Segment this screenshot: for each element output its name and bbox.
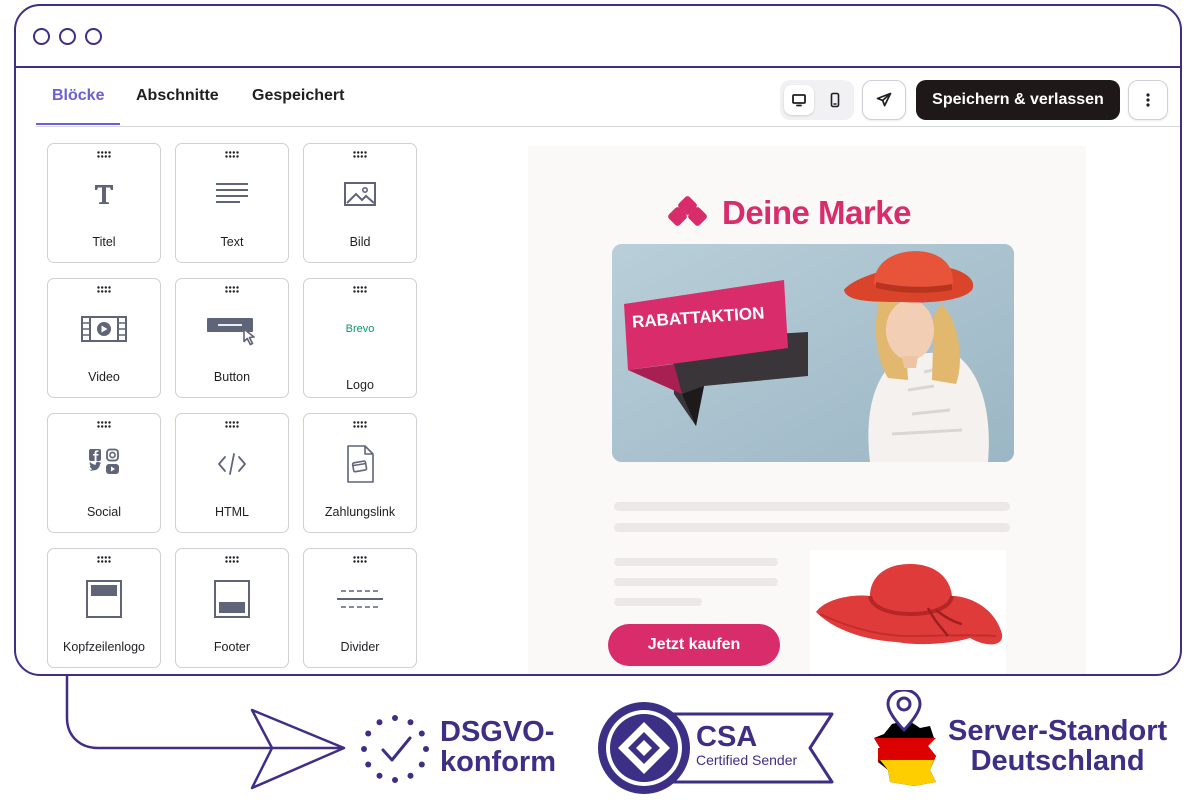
server-line-2: Deutschland [970,745,1145,778]
window-dot-2 [59,28,76,45]
footer-icon [214,580,250,618]
drag-handle-icon [97,286,111,293]
block-label: Kopfzeilenlogo [62,640,145,654]
payment-link-icon [347,445,374,483]
tab-abschnitte[interactable]: Abschnitte [136,87,219,105]
brand-logo-icon [668,196,707,226]
desktop-view-button[interactable] [784,85,814,115]
brevo-logo: Brevo [345,323,375,335]
drag-handle-icon [353,421,367,428]
text-placeholder-line [614,578,778,586]
block-label: Bild [349,235,371,249]
drag-handle-icon [97,556,111,563]
block-video[interactable]: Video [47,278,161,398]
eu-stars-check-icon [361,715,429,783]
block-label: Social [86,505,122,519]
server-location-text: Server-Standort Deutschland [948,716,1167,776]
dsgvo-line-2: konform [440,746,556,779]
tab-gespeichert[interactable]: Gespeichert [252,87,344,105]
csa-title: CSA [696,721,758,753]
tab-bloecke[interactable]: Blöcke [52,87,104,105]
product-image[interactable] [810,550,1006,674]
block-label: Logo [346,378,374,392]
block-label: Footer [213,640,251,654]
hero-image[interactable]: RABATTAKTION [612,244,1014,462]
save-and-exit-button[interactable]: Speichern & verlassen [916,80,1120,120]
video-icon [81,316,127,342]
drag-handle-icon [225,421,239,428]
drag-handle-icon [353,556,367,563]
block-zahlungslink[interactable]: Zahlungslink [303,413,417,533]
block-social[interactable]: Social [47,413,161,533]
drag-handle-icon [225,556,239,563]
header-logo-icon [86,580,122,618]
block-kopfzeilenlogo[interactable]: Kopfzeilenlogo [47,548,161,668]
block-text[interactable]: Text [175,143,289,263]
block-html[interactable]: HTML [175,413,289,533]
drag-handle-icon [225,286,239,293]
block-label: Button [213,370,251,384]
trust-badges: DSGVO- konform CSA Certified Sender Serv… [0,676,1200,800]
brand-header: Deine Marke [668,194,911,232]
brand-name: Deine Marke [722,194,911,231]
more-vertical-icon [1146,93,1150,107]
block-label: Video [88,370,120,384]
block-titel[interactable]: Titel [47,143,161,263]
active-tab-indicator [36,123,120,125]
drag-handle-icon [225,151,239,158]
button-icon [207,318,255,346]
block-button[interactable]: Button [175,278,289,398]
buy-now-button[interactable]: Jetzt kaufen [608,624,780,666]
red-hat-illustration [816,564,1003,645]
dsgvo-line-1: DSGVO- [440,716,555,748]
text-placeholder-line [614,598,702,606]
code-icon [218,453,246,475]
more-options-button[interactable] [1128,80,1168,120]
block-label: HTML [214,505,250,519]
text-placeholder-line [614,523,1010,532]
block-label: Divider [340,640,380,654]
mobile-view-button[interactable] [820,85,850,115]
email-preview[interactable]: Deine Marke RABATTAKTION Jetzt kaufen [528,146,1086,674]
social-icon [89,448,119,474]
send-test-button[interactable] [862,80,906,120]
mobile-icon [830,92,840,108]
divider-icon [337,590,383,608]
block-label: Titel [92,235,116,249]
block-footer[interactable]: Footer [175,548,289,668]
hero-illustration [612,244,1014,462]
editor-window: Blöcke Abschnitte Gespeichert Speichern … [14,4,1182,676]
image-icon [344,182,376,206]
block-divider[interactable]: Divider [303,548,417,668]
block-bild[interactable]: Bild [303,143,417,263]
block-logo[interactable]: Brevo Logo [303,278,417,398]
device-toggle [780,80,854,120]
drag-handle-icon [97,151,111,158]
text-placeholder-line [614,502,1010,511]
drag-handle-icon [97,421,111,428]
drag-handle-icon [353,151,367,158]
server-line-1: Server-Standort [948,715,1168,747]
csa-subtitle: Certified Sender [696,752,798,768]
arrow-connector [65,676,346,790]
window-dot-3 [85,28,102,45]
text-placeholder-line [614,558,778,566]
germany-location-icon [874,690,936,786]
block-label: Zahlungslink [324,505,396,519]
send-icon [876,92,892,107]
window-dot-1 [33,28,50,45]
dsgvo-badge-text: DSGVO- konform [440,717,556,777]
drag-handle-icon [353,286,367,293]
text-icon [216,183,248,203]
block-label: Text [220,235,244,249]
title-icon [95,185,113,204]
desktop-icon [792,94,806,107]
window-titlebar [16,6,1180,68]
tabs-divider [36,126,1180,127]
